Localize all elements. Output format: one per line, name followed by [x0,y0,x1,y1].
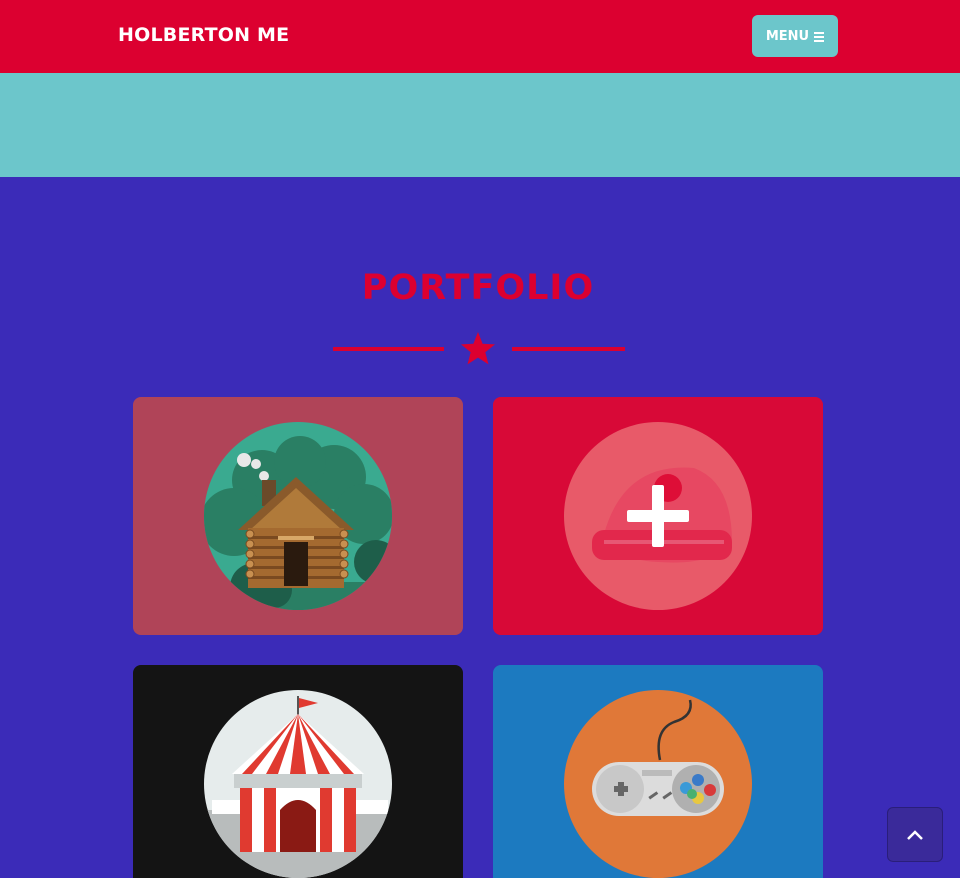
menu-label: MENU [765,28,810,44]
menu-button[interactable]: MENU [752,15,838,57]
star-icon [461,332,495,365]
portfolio-item-circus[interactable] [133,665,463,878]
scroll-top-button[interactable] [887,807,943,862]
log-cabin-icon [204,422,392,610]
game-controller-icon [564,690,752,878]
plus-icon [627,485,689,547]
chevron-up-icon [907,829,923,840]
navbar: HOLBERTON ME MENU [0,0,960,73]
item-hover-overlay[interactable] [493,397,823,635]
portfolio-item-cake[interactable] [493,397,823,635]
portfolio-item-game[interactable] [493,665,823,878]
header-band [0,73,960,177]
portfolio-item-cabin[interactable] [133,397,463,635]
portfolio-title: PORTFOLIO [361,268,595,308]
bars-icon [814,31,825,42]
circus-tent-icon [204,690,392,878]
star-divider [333,332,625,365]
brand-logo[interactable]: HOLBERTON ME [118,24,289,46]
